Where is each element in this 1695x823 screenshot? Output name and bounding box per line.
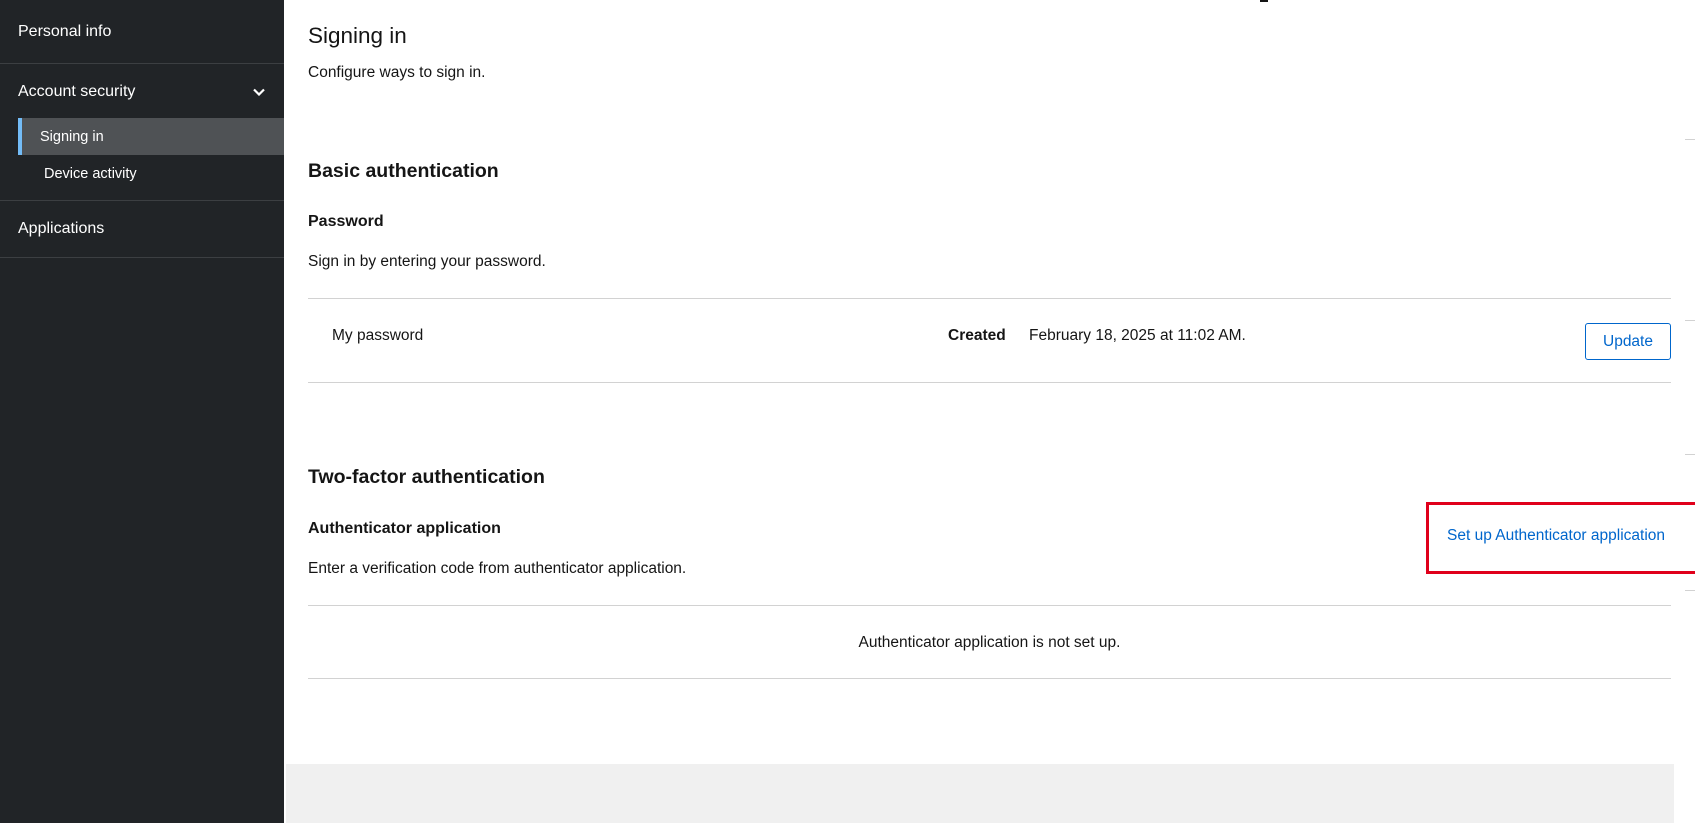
sidebar: Personal info Account security Signing i… — [0, 0, 284, 823]
edge-tick — [1685, 454, 1695, 455]
divider — [308, 605, 1671, 606]
divider — [308, 678, 1671, 679]
sidebar-item-personal-info[interactable]: Personal info — [0, 0, 284, 63]
sidebar-item-device-activity[interactable]: Device activity — [18, 155, 284, 192]
password-row-label: My password — [332, 327, 424, 344]
sidebar-item-label: Personal info — [18, 22, 112, 40]
footer-band — [286, 764, 1674, 823]
password-title: Password — [308, 213, 384, 230]
sidebar-item-signing-in[interactable]: Signing in — [18, 118, 284, 155]
sidebar-item-account-security[interactable]: Account security — [0, 64, 284, 118]
sidebar-item-label: Signing in — [40, 128, 104, 145]
nav-group-personal-info: Personal info — [0, 0, 284, 64]
divider — [308, 298, 1671, 299]
edge-tick — [1685, 139, 1695, 140]
edge-tick — [1685, 320, 1695, 321]
page-title: Signing in — [308, 23, 407, 48]
authenticator-app-title: Authenticator application — [308, 520, 501, 537]
main-content: Signing in Configure ways to sign in. Ba… — [284, 0, 1695, 823]
nav-group-applications: Applications — [0, 201, 284, 258]
update-password-button[interactable]: Update — [1585, 323, 1671, 360]
authenticator-app-description: Enter a verification code from authentic… — [308, 560, 687, 577]
two-factor-title: Two-factor authentication — [308, 466, 545, 488]
authenticator-empty-state: Authenticator application is not set up. — [858, 634, 1121, 651]
edge-tick — [1685, 590, 1695, 591]
password-description: Sign in by entering your password. — [308, 253, 546, 270]
setup-authenticator-link[interactable]: Set up Authenticator application — [1447, 527, 1665, 545]
created-date: February 18, 2025 at 11:02 AM. — [1029, 327, 1246, 344]
sidebar-item-label: Account security — [18, 83, 136, 100]
basic-auth-title: Basic authentication — [308, 160, 499, 182]
page-description: Configure ways to sign in. — [308, 64, 486, 81]
sidebar-item-label: Applications — [18, 220, 105, 237]
sidebar-item-label: Device activity — [44, 165, 137, 182]
sidebar-item-applications[interactable]: Applications — [0, 201, 284, 257]
account-security-submenu: Signing in Device activity — [0, 118, 284, 200]
chevron-down-icon[interactable] — [252, 85, 266, 99]
nav-group-account-security: Account security Signing in Device activ… — [0, 64, 284, 201]
divider — [308, 382, 1671, 383]
created-label: Created — [948, 327, 1006, 344]
top-edge-mark — [1260, 0, 1268, 2]
